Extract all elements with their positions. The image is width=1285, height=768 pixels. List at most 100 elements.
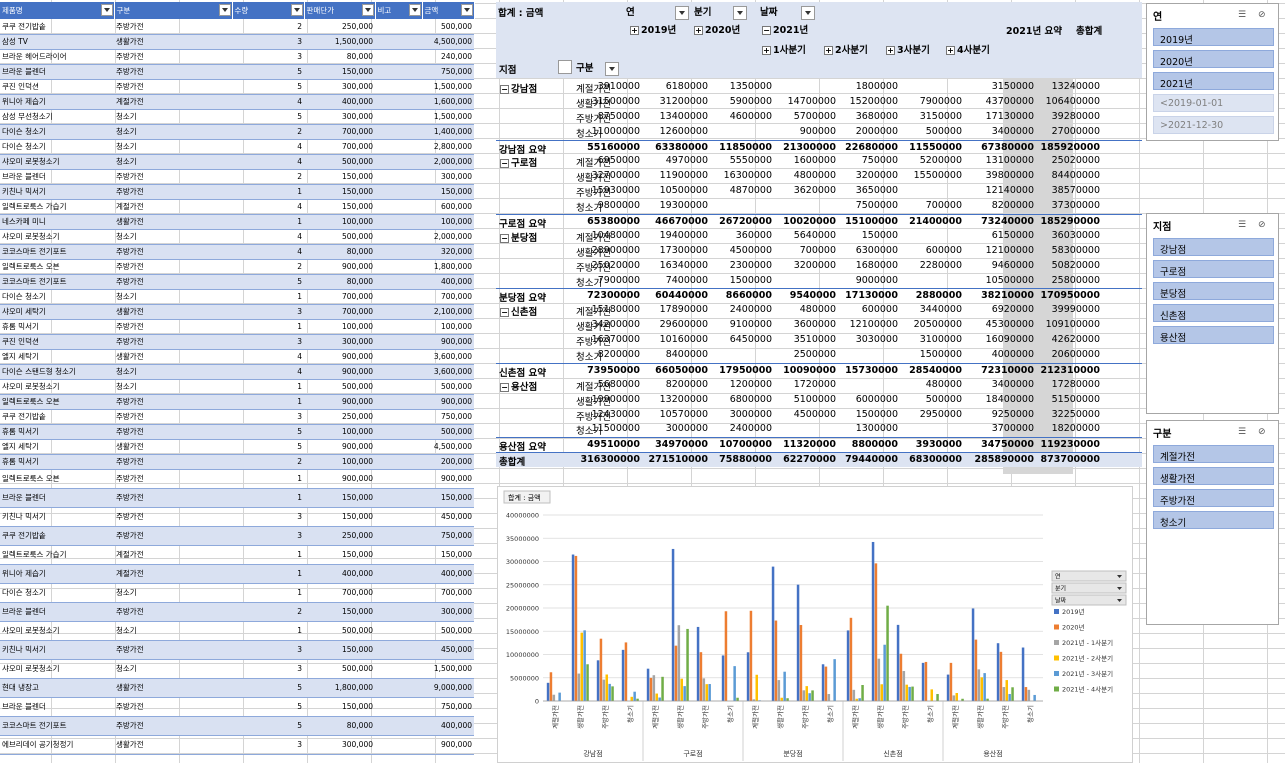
pivot-value-cell[interactable]: 7900000 [902,96,962,107]
table-cell[interactable]: 주방가전 [114,507,232,527]
pivot-value-cell[interactable]: 65380000 [580,216,640,227]
table-cell[interactable]: 5 [232,109,304,125]
pivot-value-cell[interactable]: 1300000 [838,423,898,434]
pivot-value-cell[interactable]: 6800000 [712,394,772,405]
pivot-value-cell[interactable]: 39280000 [1040,111,1100,122]
multi-select-icon[interactable]: ☰ [1238,427,1250,437]
table-cell[interactable]: 주방가전 [114,19,232,35]
table-row[interactable]: 위니아 제습기 계절가전 4 400,000 1,600,000 [0,94,474,110]
pivot-value-cell[interactable]: 480000 [776,304,836,315]
table-cell[interactable]: 3 [232,735,304,755]
table-cell[interactable]: 900,000 [422,334,474,350]
table-row[interactable]: 휴롬 믹서기 주방가전 5 100,000 500,000 [0,424,474,440]
pivot-value-cell[interactable]: 3000000 [648,423,708,434]
pivot-value-cell[interactable]: 5200000 [902,155,962,166]
pivot-value-cell[interactable]: 109100000 [1040,319,1100,330]
slicer-item[interactable]: 주방가전 [1153,489,1274,507]
table-cell[interactable]: 9,000,000 [422,678,474,698]
pivot-value-cell[interactable]: 26720000 [712,216,772,227]
table-cell[interactable]: 1 [232,488,304,508]
pivot-value-cell[interactable]: 31200000 [648,96,708,107]
filter-dropdown-icon[interactable] [460,4,473,16]
table-cell[interactable]: 생활가전 [114,678,232,698]
pivot-value-cell[interactable]: 185290000 [1040,216,1101,227]
pivot-value-cell[interactable]: 3150000 [974,81,1034,92]
pivot-value-cell[interactable]: 2880000 [902,290,962,301]
pivot-value-cell[interactable]: 11500000 [580,423,640,434]
slicer-item[interactable]: 생활가전 [1153,467,1274,485]
pivot-value-cell[interactable]: 4000000 [974,349,1034,360]
pivot-value-cell[interactable]: 72300000 [580,290,640,301]
pivot-value-cell[interactable]: 8750000 [580,111,640,122]
expand-icon[interactable]: + [886,46,895,55]
slicer-item[interactable]: 2021년 [1153,72,1274,90]
pivot-value-cell[interactable]: 25800000 [1040,275,1100,286]
table-row[interactable]: 다이슨 청소기 청소기 2 700,000 1,400,000 [0,124,474,140]
pivot-value-cell[interactable]: 11850000 [712,142,772,153]
table-cell[interactable]: 샤오미 세탁기 [0,304,114,320]
table-cell[interactable]: 주방가전 [114,334,232,350]
table-cell[interactable]: 3 [232,659,304,679]
pivot-value-cell[interactable]: 3650000 [838,185,898,196]
table-cell[interactable] [375,214,422,230]
table-cell[interactable]: 주방가전 [114,79,232,95]
pivot-value-cell[interactable]: 9540000 [776,290,836,301]
pivot-value-cell[interactable]: 9460000 [974,260,1034,271]
table-cell[interactable]: 휴롬 믹서기 [0,424,114,440]
slicer-item[interactable]: 구로점 [1153,260,1274,278]
pivot-value-cell[interactable]: 6150000 [974,230,1034,241]
table-cell[interactable]: 500,000 [422,19,474,35]
table-cell[interactable]: 750,000 [422,697,474,717]
table-cell[interactable]: 150,000 [304,545,375,565]
table-cell[interactable]: 청소기 [114,229,232,245]
table-cell[interactable]: 위니아 제습기 [0,564,114,584]
clear-filter-icon[interactable]: ⊘ [1258,10,1270,20]
table-cell[interactable]: 샤오미 로봇청소기 [0,154,114,170]
table-cell[interactable]: 1 [232,469,304,489]
table-cell[interactable]: 계절가전 [114,545,232,565]
table-cell[interactable]: 5 [232,716,304,736]
table-cell[interactable]: 4 [232,154,304,170]
pivot-value-cell[interactable]: 900000 [776,126,836,137]
pivot-value-cell[interactable]: 4600000 [712,111,772,122]
pivot-value-cell[interactable]: 11320000 [776,439,836,450]
pivot-value-cell[interactable]: 31500000 [580,96,640,107]
pivot-value-cell[interactable]: 106400000 [1040,96,1100,107]
table-cell[interactable]: 청소기 [114,621,232,641]
table-cell[interactable]: 5 [232,439,304,455]
table-row[interactable]: 엘지 세탁기 생활가전 4 900,000 3,600,000 [0,349,474,365]
table-cell[interactable]: 다이슨 청소기 [0,124,114,140]
pivot-value-cell[interactable]: 21300000 [776,142,836,153]
pivot-value-cell[interactable]: 1800000 [838,81,898,92]
table-row[interactable]: 다이슨 스탠드형 청소기 청소기 4 900,000 3,600,000 [0,364,474,380]
table-row[interactable]: 에브리데이 공기청정기 생활가전 3 300,000 900,000 [0,735,474,755]
pivot-value-cell[interactable]: 66050000 [648,365,708,376]
table-cell[interactable] [375,379,422,395]
slicer-item[interactable]: 2020년 [1153,50,1274,68]
col-q1[interactable]: +1사분기 [762,42,806,56]
pivot-value-cell[interactable]: 500000 [902,394,962,405]
pivot-value-cell[interactable]: 3150000 [902,111,962,122]
branch-row-label[interactable]: − 구로점 [500,155,537,169]
table-cell[interactable]: 1 [232,214,304,230]
pivot-value-cell[interactable]: 2000000 [838,126,898,137]
table-cell[interactable]: 4 [232,364,304,380]
table-cell[interactable]: 150,000 [422,488,474,508]
table-cell[interactable] [375,274,422,290]
table-row[interactable]: 현대 냉장고 생활가전 5 1,800,000 9,000,000 [0,678,474,698]
table-cell[interactable]: 브라운 블렌더 [0,169,114,185]
table-cell[interactable] [375,49,422,65]
table-cell[interactable]: 1,500,000 [422,79,474,95]
table-cell[interactable]: 다이슨 청소기 [0,583,114,603]
table-cell[interactable]: 240,000 [422,49,474,65]
pivot-value-cell[interactable]: 51500000 [1040,394,1100,405]
table-row[interactable]: 키친나 믹서기 주방가전 3 150,000 450,000 [0,640,474,660]
pivot-value-cell[interactable]: 29600000 [648,319,708,330]
table-cell[interactable]: 주방가전 [114,602,232,622]
slicer-category[interactable]: 구분 ☰ ⊘ 계절가전 생활가전 주방가전 청소기 [1146,420,1279,625]
pivot-field-year[interactable]: 연 [626,4,689,20]
col-2021[interactable]: −2021년 [762,22,808,36]
table-cell[interactable]: 1,500,000 [304,34,375,50]
pivot-value-cell[interactable]: 27000000 [1040,126,1100,137]
table-row[interactable]: 다이슨 청소기 청소기 1 700,000 700,000 [0,583,474,603]
